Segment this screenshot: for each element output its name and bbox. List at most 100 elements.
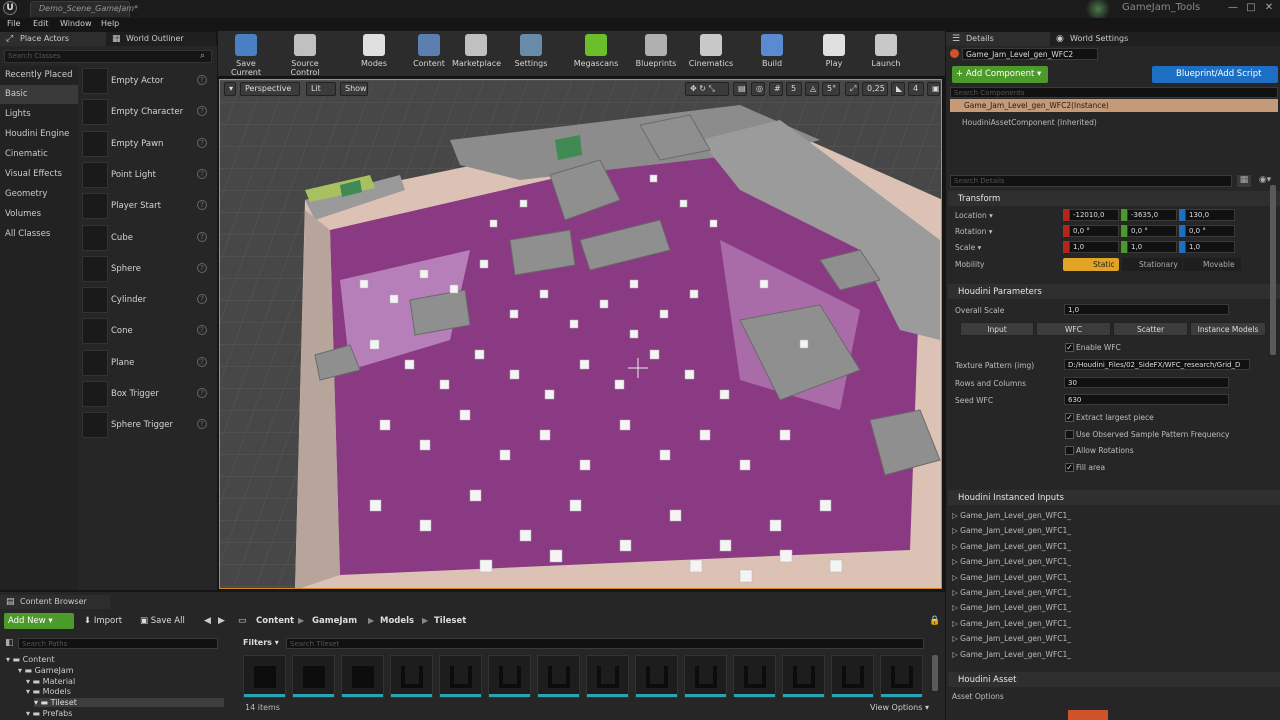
seed-wfc-field[interactable]: 630 bbox=[1064, 394, 1229, 405]
asset-thumbnail[interactable] bbox=[880, 655, 923, 698]
viewport-scene[interactable] bbox=[220, 80, 942, 589]
checkbox[interactable]: ✓ bbox=[1065, 413, 1074, 422]
property-matrix-icon[interactable]: ▦ bbox=[1237, 175, 1251, 187]
toolbar-source-control-button[interactable]: Source Control bbox=[277, 34, 333, 77]
asset-thumbnail[interactable] bbox=[586, 655, 629, 698]
scale-snap-value[interactable]: 0,25 bbox=[862, 82, 888, 96]
blueprint-add-script-button[interactable]: Blueprint/Add Script bbox=[1152, 66, 1278, 83]
search-details-input[interactable]: Search Details bbox=[950, 175, 1232, 187]
scale-x-field[interactable]: 1,0 bbox=[1069, 241, 1119, 253]
lit-button[interactable]: Lit bbox=[306, 82, 336, 96]
asset-thumbnail[interactable] bbox=[292, 655, 335, 698]
houdini-instanced-inputs-header[interactable]: Houdini Instanced Inputs bbox=[948, 490, 1280, 505]
menu-edit[interactable]: Edit bbox=[33, 19, 49, 28]
component-instance-row[interactable]: Game_Jam_Level_gen_WFC2(Instance) bbox=[950, 99, 1278, 112]
breadcrumb-tileset[interactable]: Tileset bbox=[434, 616, 466, 626]
toolbar-build-button[interactable]: Build bbox=[756, 34, 788, 74]
mobility-stationary-button[interactable]: Stationary bbox=[1122, 258, 1182, 271]
rotation-y-field[interactable]: 0,0 ° bbox=[1127, 225, 1177, 237]
tree-item[interactable]: ▾ ▬ Material bbox=[26, 677, 75, 686]
category-all-classes[interactable]: All Classes bbox=[0, 225, 78, 244]
breadcrumb-models[interactable]: Models bbox=[380, 616, 414, 626]
scale-label[interactable]: Scale ▾ bbox=[955, 243, 981, 252]
maximize-button[interactable]: □ bbox=[1244, 2, 1258, 14]
instanced-input-row[interactable]: ▷ Game_Jam_Level_gen_WFC1_ bbox=[952, 542, 1071, 551]
search-paths-input[interactable]: Search Paths bbox=[18, 638, 218, 649]
minimize-button[interactable]: — bbox=[1226, 2, 1240, 14]
transform-section-header[interactable]: Transform bbox=[948, 191, 1280, 206]
world-local-icon[interactable]: ◎ bbox=[751, 82, 765, 96]
search-tileset-input[interactable]: Search Tileset bbox=[286, 638, 924, 649]
tab-world-outliner[interactable]: ▦ World Outliner bbox=[106, 32, 216, 46]
content-scrollbar[interactable] bbox=[932, 655, 938, 691]
asset-thumbnail[interactable] bbox=[635, 655, 678, 698]
sources-toggle-icon[interactable]: ◧ bbox=[5, 638, 14, 648]
rotation-z-field[interactable]: 0,0 ° bbox=[1185, 225, 1235, 237]
asset-thumbnail[interactable] bbox=[243, 655, 286, 698]
actor-item[interactable]: Cylinder ? bbox=[80, 286, 214, 316]
scale-z-field[interactable]: 1,0 bbox=[1185, 241, 1235, 253]
tab-world-settings[interactable]: ◉ World Settings bbox=[1050, 32, 1280, 46]
instanced-input-row[interactable]: ▷ Game_Jam_Level_gen_WFC1_ bbox=[952, 588, 1071, 597]
instanced-input-row[interactable]: ▷ Game_Jam_Level_gen_WFC1_ bbox=[952, 573, 1071, 582]
category-cinematic[interactable]: Cinematic bbox=[0, 145, 78, 164]
help-icon[interactable]: ? bbox=[197, 75, 207, 85]
toolbar-megascans-button[interactable]: Megascans bbox=[572, 34, 620, 74]
help-icon[interactable]: ? bbox=[197, 262, 207, 273]
param-tab-wfc[interactable]: WFC bbox=[1036, 322, 1111, 336]
close-button[interactable]: ✕ bbox=[1262, 2, 1276, 14]
tab-place-actors[interactable]: ⤢ Place Actors bbox=[0, 32, 106, 46]
transform-tools[interactable]: ✥ ↻ ⤡ bbox=[685, 82, 729, 96]
tab-details[interactable]: ☰ Details bbox=[946, 32, 1050, 46]
overall-scale-field[interactable]: 1,0 bbox=[1064, 304, 1229, 315]
save-all-button[interactable]: ▣ Save All bbox=[140, 616, 185, 626]
actor-item[interactable]: Empty Actor ? bbox=[80, 67, 214, 97]
actor-item[interactable]: Plane ? bbox=[80, 349, 214, 379]
actor-item[interactable]: Cone ? bbox=[80, 317, 214, 347]
asset-thumbnail[interactable] bbox=[733, 655, 776, 698]
enable-wfc-checkbox[interactable]: ✓ bbox=[1065, 343, 1074, 352]
toolbar-content-button[interactable]: Content bbox=[409, 34, 449, 74]
texture-pattern-field[interactable]: D:/Houdini_Files/02_SideFX/WFC_research/… bbox=[1064, 359, 1250, 370]
mobility-static-button[interactable]: Static bbox=[1063, 258, 1119, 271]
breadcrumb-gamejam[interactable]: GameJam bbox=[312, 616, 357, 626]
param-tab-instance-models[interactable]: Instance Models bbox=[1190, 322, 1266, 336]
menu-help[interactable]: Help bbox=[101, 19, 119, 28]
category-basic[interactable]: Basic bbox=[0, 85, 78, 104]
help-icon[interactable]: ? bbox=[197, 200, 207, 211]
help-icon[interactable]: ? bbox=[197, 294, 207, 305]
help-icon[interactable]: ? bbox=[197, 106, 207, 117]
perspective-button[interactable]: Perspective bbox=[240, 82, 300, 96]
scale-snap-icon[interactable]: ⤢ bbox=[845, 82, 859, 96]
maximize-viewport-icon[interactable]: ▣ bbox=[927, 82, 940, 96]
houdini-asset-component-row[interactable]: HoudiniAssetComponent (Inherited) bbox=[962, 118, 1097, 127]
houdini-parameters-header[interactable]: Houdini Parameters bbox=[948, 284, 1280, 299]
nav-back-icon[interactable]: ◀ bbox=[204, 616, 211, 626]
tree-item[interactable]: ▾ ▬ Tileset bbox=[34, 698, 224, 708]
instanced-input-row[interactable]: ▷ Game_Jam_Level_gen_WFC1_ bbox=[952, 557, 1071, 566]
help-icon[interactable]: ? bbox=[197, 419, 207, 430]
rotation-snap-icon[interactable]: ◬ bbox=[805, 82, 819, 96]
rotation-snap-value[interactable]: 5° bbox=[822, 82, 840, 96]
toolbar-marketplace-button[interactable]: Marketplace bbox=[452, 34, 501, 74]
rotation-label[interactable]: Rotation ▾ bbox=[955, 227, 993, 236]
actor-item[interactable]: Empty Character ? bbox=[80, 98, 214, 128]
menu-window[interactable]: Window bbox=[60, 19, 92, 28]
houdini-asset-header[interactable]: Houdini Asset bbox=[948, 672, 1280, 687]
filters-button[interactable]: Filters ▾ bbox=[243, 638, 279, 647]
instanced-input-row[interactable]: ▷ Game_Jam_Level_gen_WFC1_ bbox=[952, 526, 1071, 535]
help-icon[interactable]: ? bbox=[197, 168, 207, 179]
menu-file[interactable]: File bbox=[7, 19, 20, 28]
toolbar-settings-button[interactable]: Settings bbox=[511, 34, 551, 74]
asset-thumbnail[interactable] bbox=[341, 655, 384, 698]
toolbar-cinematics-button[interactable]: Cinematics bbox=[688, 34, 734, 74]
tree-item[interactable]: ▾ ▬ Models bbox=[26, 687, 71, 696]
param-tab-scatter[interactable]: Scatter bbox=[1113, 322, 1188, 336]
nav-forward-icon[interactable]: ▶ bbox=[218, 616, 225, 626]
help-icon[interactable]: ? bbox=[197, 388, 207, 398]
instanced-input-row[interactable]: ▷ Game_Jam_Level_gen_WFC1_ bbox=[952, 634, 1071, 643]
location-x-field[interactable]: -12010,0 bbox=[1069, 209, 1119, 221]
actor-item[interactable]: Point Light ? bbox=[80, 161, 214, 191]
search-icon[interactable]: ⌕ bbox=[200, 51, 205, 61]
toolbar-save-current-button[interactable]: Save Current bbox=[222, 34, 270, 77]
